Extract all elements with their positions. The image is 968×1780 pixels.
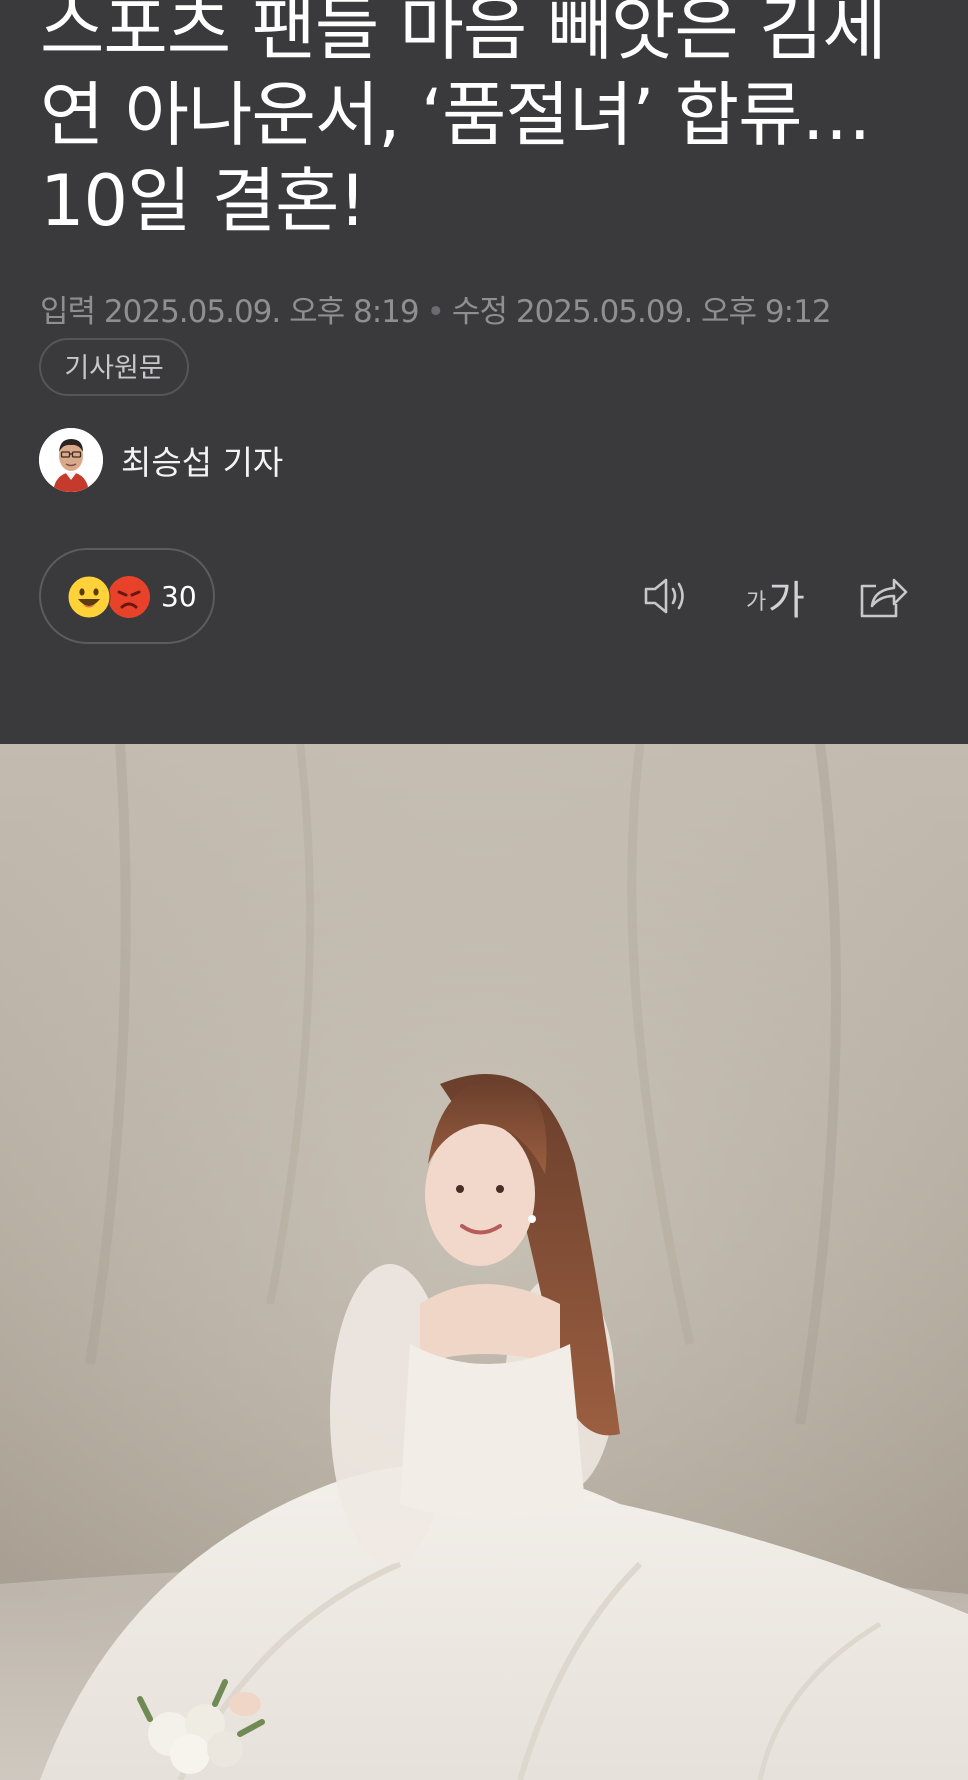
wedding-photo-illustration [0,744,968,1780]
article-meta: 입력 2025.05.09. 오후 8:19 • 수정 2025.05.09. 오후… [40,286,832,331]
reaction-count: 30 [161,580,197,613]
font-size-small-glyph: 가 [746,590,767,615]
article-photo [0,744,968,1780]
font-size-large-glyph: 가 [768,578,805,624]
font-size-button[interactable]: 가 가 [744,572,806,624]
meta-separator: • [426,294,445,330]
reporter-avatar [39,428,103,492]
reaction-button[interactable]: 30 [39,548,215,644]
angry-emoji-icon [108,576,150,618]
smile-emoji-icon [67,575,111,619]
share-icon [860,578,908,618]
article-header: 스포츠 팬들 마음 빼앗은 김세연 아나운서, ‘품절녀’ 합류… 10일 결혼… [0,0,968,744]
share-button[interactable] [856,572,908,620]
article-title: 스포츠 팬들 마음 빼앗은 김세연 아나운서, ‘품절녀’ 합류… 10일 결혼… [40,0,887,242]
original-article-button[interactable]: 기사원문 [39,338,189,396]
updated-label: 수정 [451,294,508,330]
updated-time: 2025.05.09. 오후 9:12 [515,294,832,330]
reporter-info[interactable]: 최승섭 기자 [39,428,283,492]
audio-read-button[interactable] [642,572,692,620]
published-time: 2025.05.09. 오후 8:19 [103,294,420,330]
reporter-name: 최승섭 기자 [121,443,284,482]
speaker-icon [644,578,684,614]
published-label: 입력 [40,294,96,330]
